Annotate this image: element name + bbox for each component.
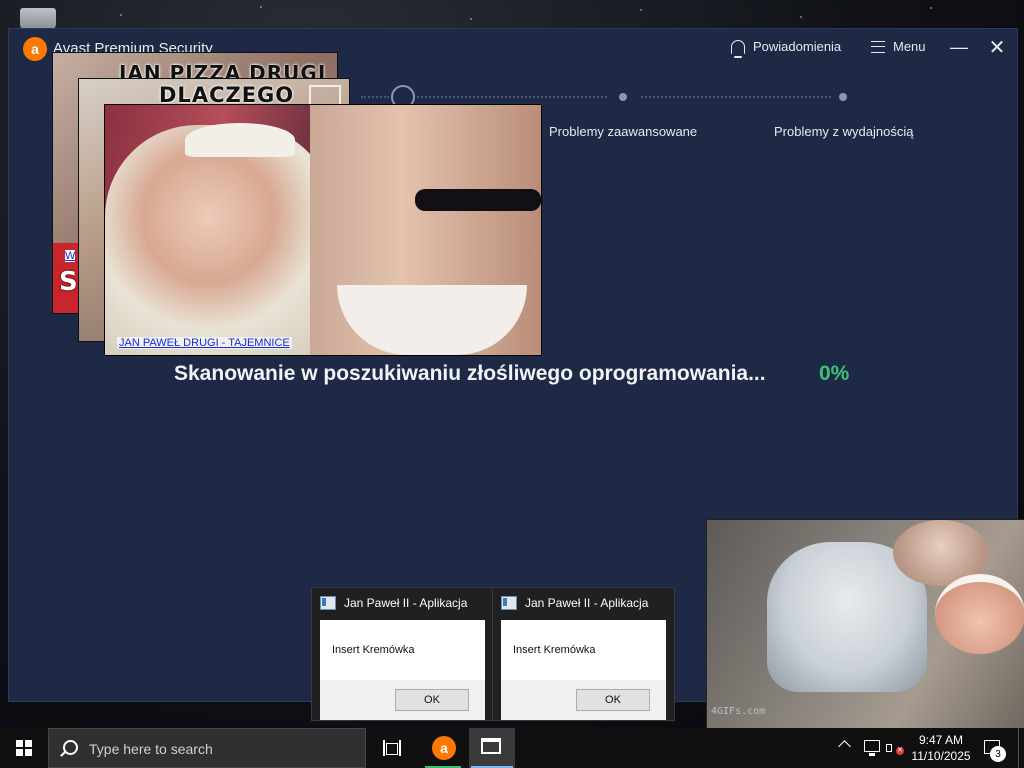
bell-icon — [731, 39, 745, 58]
step-connector — [361, 96, 389, 98]
step-label-advanced: Problemy zaawansowane — [549, 124, 698, 139]
start-button[interactable] — [16, 740, 32, 756]
notifications-button[interactable]: Powiadomienia — [731, 39, 842, 58]
meme-link[interactable]: W — [65, 250, 76, 262]
meme-popup-3[interactable]: JAN PAWEŁ DRUGI - TAJEMNICE — [104, 104, 542, 356]
step-label-performance: Problemy z wydajnością — [774, 124, 914, 139]
taskbar-search[interactable]: Type here to search — [48, 728, 366, 768]
network-icon[interactable] — [864, 740, 880, 756]
hamburger-icon — [871, 40, 885, 53]
star — [470, 18, 472, 20]
taskbar: Type here to search a ✕ 9:47 AM 11/10/20… — [0, 728, 1024, 768]
recycle-bin-icon[interactable] — [20, 8, 56, 30]
star — [930, 7, 932, 9]
dialog-message: Insert Kremówka — [513, 644, 596, 656]
meme-image-skullcap — [185, 123, 295, 157]
close-button[interactable]: ✕ — [987, 35, 1007, 60]
app-window-icon — [501, 596, 517, 610]
star — [120, 14, 122, 16]
ok-button[interactable]: OK — [395, 689, 469, 711]
notifications-label: Powiadomienia — [753, 39, 842, 54]
star — [640, 9, 642, 11]
notification-count-badge: 3 — [990, 746, 1006, 762]
dialog-title: Jan Paweł II - Aplikacja — [344, 596, 468, 610]
meme-image-detail — [415, 189, 541, 211]
avast-logo-icon: a — [23, 37, 47, 61]
gif-image-face — [935, 574, 1024, 654]
step-connector — [641, 96, 831, 98]
dialog-titlebar[interactable]: Jan Paweł II - Aplikacja — [501, 596, 648, 610]
app-window-icon — [320, 596, 336, 610]
ok-button[interactable]: OK — [576, 689, 650, 711]
menu-button[interactable]: Menu — [871, 39, 926, 54]
avast-logo-icon: a — [432, 736, 456, 760]
dialog-footer: OK — [501, 680, 666, 720]
search-placeholder: Type here to search — [89, 741, 213, 757]
search-icon — [63, 740, 78, 755]
dialog-message: Insert Kremówka — [332, 644, 415, 656]
step-connector — [417, 96, 607, 98]
gif-watermark: 4GIFs.com — [711, 706, 766, 717]
gif-popup[interactable]: 4GIFs.com — [706, 519, 1024, 730]
taskbar-clock[interactable]: 9:47 AM 11/10/2025 — [906, 732, 976, 764]
window-icon — [481, 738, 501, 754]
show-desktop-button[interactable] — [1018, 728, 1019, 768]
dialog-body: Insert Kremówka — [501, 620, 666, 680]
minimize-button[interactable]: — — [949, 37, 969, 58]
dialog-footer: OK — [320, 680, 485, 720]
show-hidden-icons-chevron-icon[interactable] — [838, 740, 851, 753]
volume-muted-icon[interactable]: ✕ — [886, 740, 904, 756]
meme-image-person-left — [105, 125, 335, 355]
taskbar-window-app[interactable] — [469, 728, 515, 768]
message-dialog-2: Jan Paweł II - Aplikacja Insert Kremówka… — [492, 587, 675, 721]
scan-status-text: Skanowanie w poszukiwaniu złośliwego opr… — [174, 362, 766, 385]
star — [800, 16, 802, 18]
dialog-body: Insert Kremówka — [320, 620, 485, 680]
step-indicator-advanced — [619, 93, 627, 101]
step-indicator-performance — [839, 93, 847, 101]
task-view-button[interactable] — [383, 740, 401, 756]
meme-link[interactable]: JAN PAWEŁ DRUGI - TAJEMNICE — [117, 337, 292, 349]
star — [260, 6, 262, 8]
menu-label: Menu — [893, 39, 926, 54]
dialog-titlebar[interactable]: Jan Paweł II - Aplikacja — [320, 596, 467, 610]
message-dialog-1: Jan Paweł II - Aplikacja Insert Kremówka… — [311, 587, 494, 721]
clock-date: 11/10/2025 — [911, 749, 971, 763]
scan-percent: 0% — [819, 362, 850, 385]
taskbar-avast-app[interactable]: a — [423, 728, 463, 768]
dialog-title: Jan Paweł II - Aplikacja — [525, 596, 649, 610]
clock-time: 9:47 AM — [918, 733, 964, 747]
